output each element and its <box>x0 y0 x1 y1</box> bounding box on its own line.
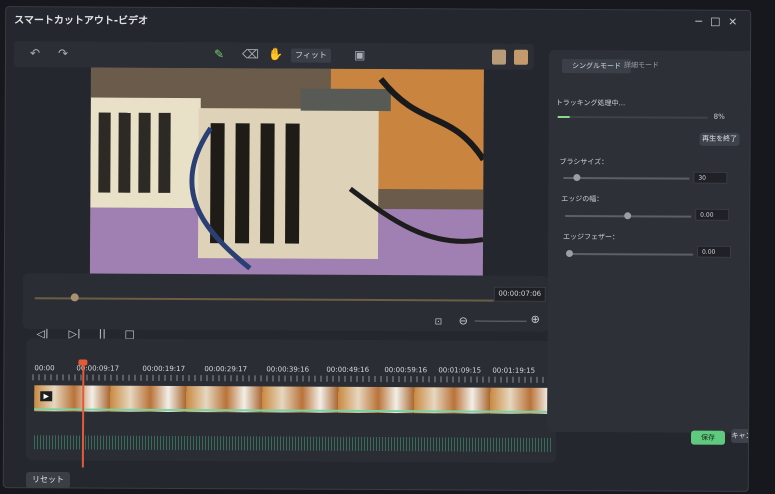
eraser-icon[interactable]: ⌫ <box>242 47 259 61</box>
fit-timeline-icon[interactable]: ⊡ <box>435 317 443 327</box>
undo-icon[interactable]: ↶ <box>30 46 40 60</box>
tracking-progress-fill <box>557 115 570 119</box>
audio-waveform <box>33 435 553 452</box>
edge-feather-input[interactable]: 0.00 <box>696 245 732 258</box>
edge-width-label: エッジの幅： <box>561 194 604 204</box>
redo-icon[interactable]: ↷ <box>58 46 68 60</box>
brush-size-input[interactable]: 30 <box>693 171 728 184</box>
timeline-tick: 00:00:19:17 <box>142 364 186 373</box>
seek-handle[interactable] <box>70 293 79 302</box>
reset-button[interactable]: リセット <box>26 472 70 488</box>
edge-width-handle[interactable] <box>624 212 632 220</box>
video-track-icon: ▶ <box>40 391 53 402</box>
edge-feather-label: エッジフェザー： <box>563 232 620 242</box>
fit-label: フィット <box>294 50 327 60</box>
edge-feather-handle[interactable] <box>565 249 573 258</box>
playback-controls <box>22 273 549 332</box>
brush-size-label: ブラシサイズ： <box>559 157 609 167</box>
cancel-button[interactable]: キャンセル <box>730 428 752 444</box>
fit-dropdown[interactable]: フィット ⌄ <box>290 48 332 74</box>
timeline-tick: 00:00:59:16 <box>384 366 428 375</box>
window-title: スマートカットアウト-ビデオ <box>14 15 149 27</box>
timeline-tick: 00:01:19:15 <box>492 366 536 375</box>
preview-thumbnail-icon[interactable] <box>513 49 529 65</box>
video-frame <box>89 67 484 296</box>
zoom-in-icon[interactable]: ⊕ <box>531 313 540 326</box>
tab-detail-mode[interactable]: 詳細モード <box>624 60 659 70</box>
brush-size-handle[interactable] <box>573 174 581 182</box>
timeline-tick: 00:00:49:16 <box>326 365 370 374</box>
tab-single-mode[interactable]: シングルモード <box>561 58 631 74</box>
timeline-tick: 00:00:39:16 <box>266 365 310 374</box>
stop-playback-button[interactable]: 再生を終了 <box>699 132 740 146</box>
save-button[interactable]: 保存 <box>690 430 726 445</box>
close-button[interactable]: × <box>728 15 737 28</box>
avatar-icon[interactable] <box>491 49 507 65</box>
smart-cutout-window: スマートカットアウト-ビデオ − □ × ↶ ↷ ✎ ⌫ ✋ フィット ⌄ ▣ <box>2 6 752 492</box>
edge-width-input[interactable]: 0.00 <box>695 208 730 221</box>
timeline-tick: 00:01:09:15 <box>438 366 482 375</box>
zoom-out-icon[interactable]: ⊖ <box>459 314 468 327</box>
current-time: 00:00:07:06 <box>493 286 546 302</box>
tracking-status: トラッキング処理中... <box>555 98 626 108</box>
timeline-tick: 00:00 <box>34 364 55 373</box>
compare-icon[interactable]: ▣ <box>354 48 365 62</box>
maximize-button[interactable]: □ <box>710 15 720 28</box>
smart-brush-icon[interactable]: ✎ <box>214 47 224 61</box>
hand-icon[interactable]: ✋ <box>268 47 283 61</box>
timeline-tick: 00:00:29:17 <box>204 365 248 374</box>
minimize-button[interactable]: − <box>694 15 703 28</box>
tracking-progress-text: 8% <box>713 112 725 121</box>
video-preview[interactable] <box>89 67 484 296</box>
